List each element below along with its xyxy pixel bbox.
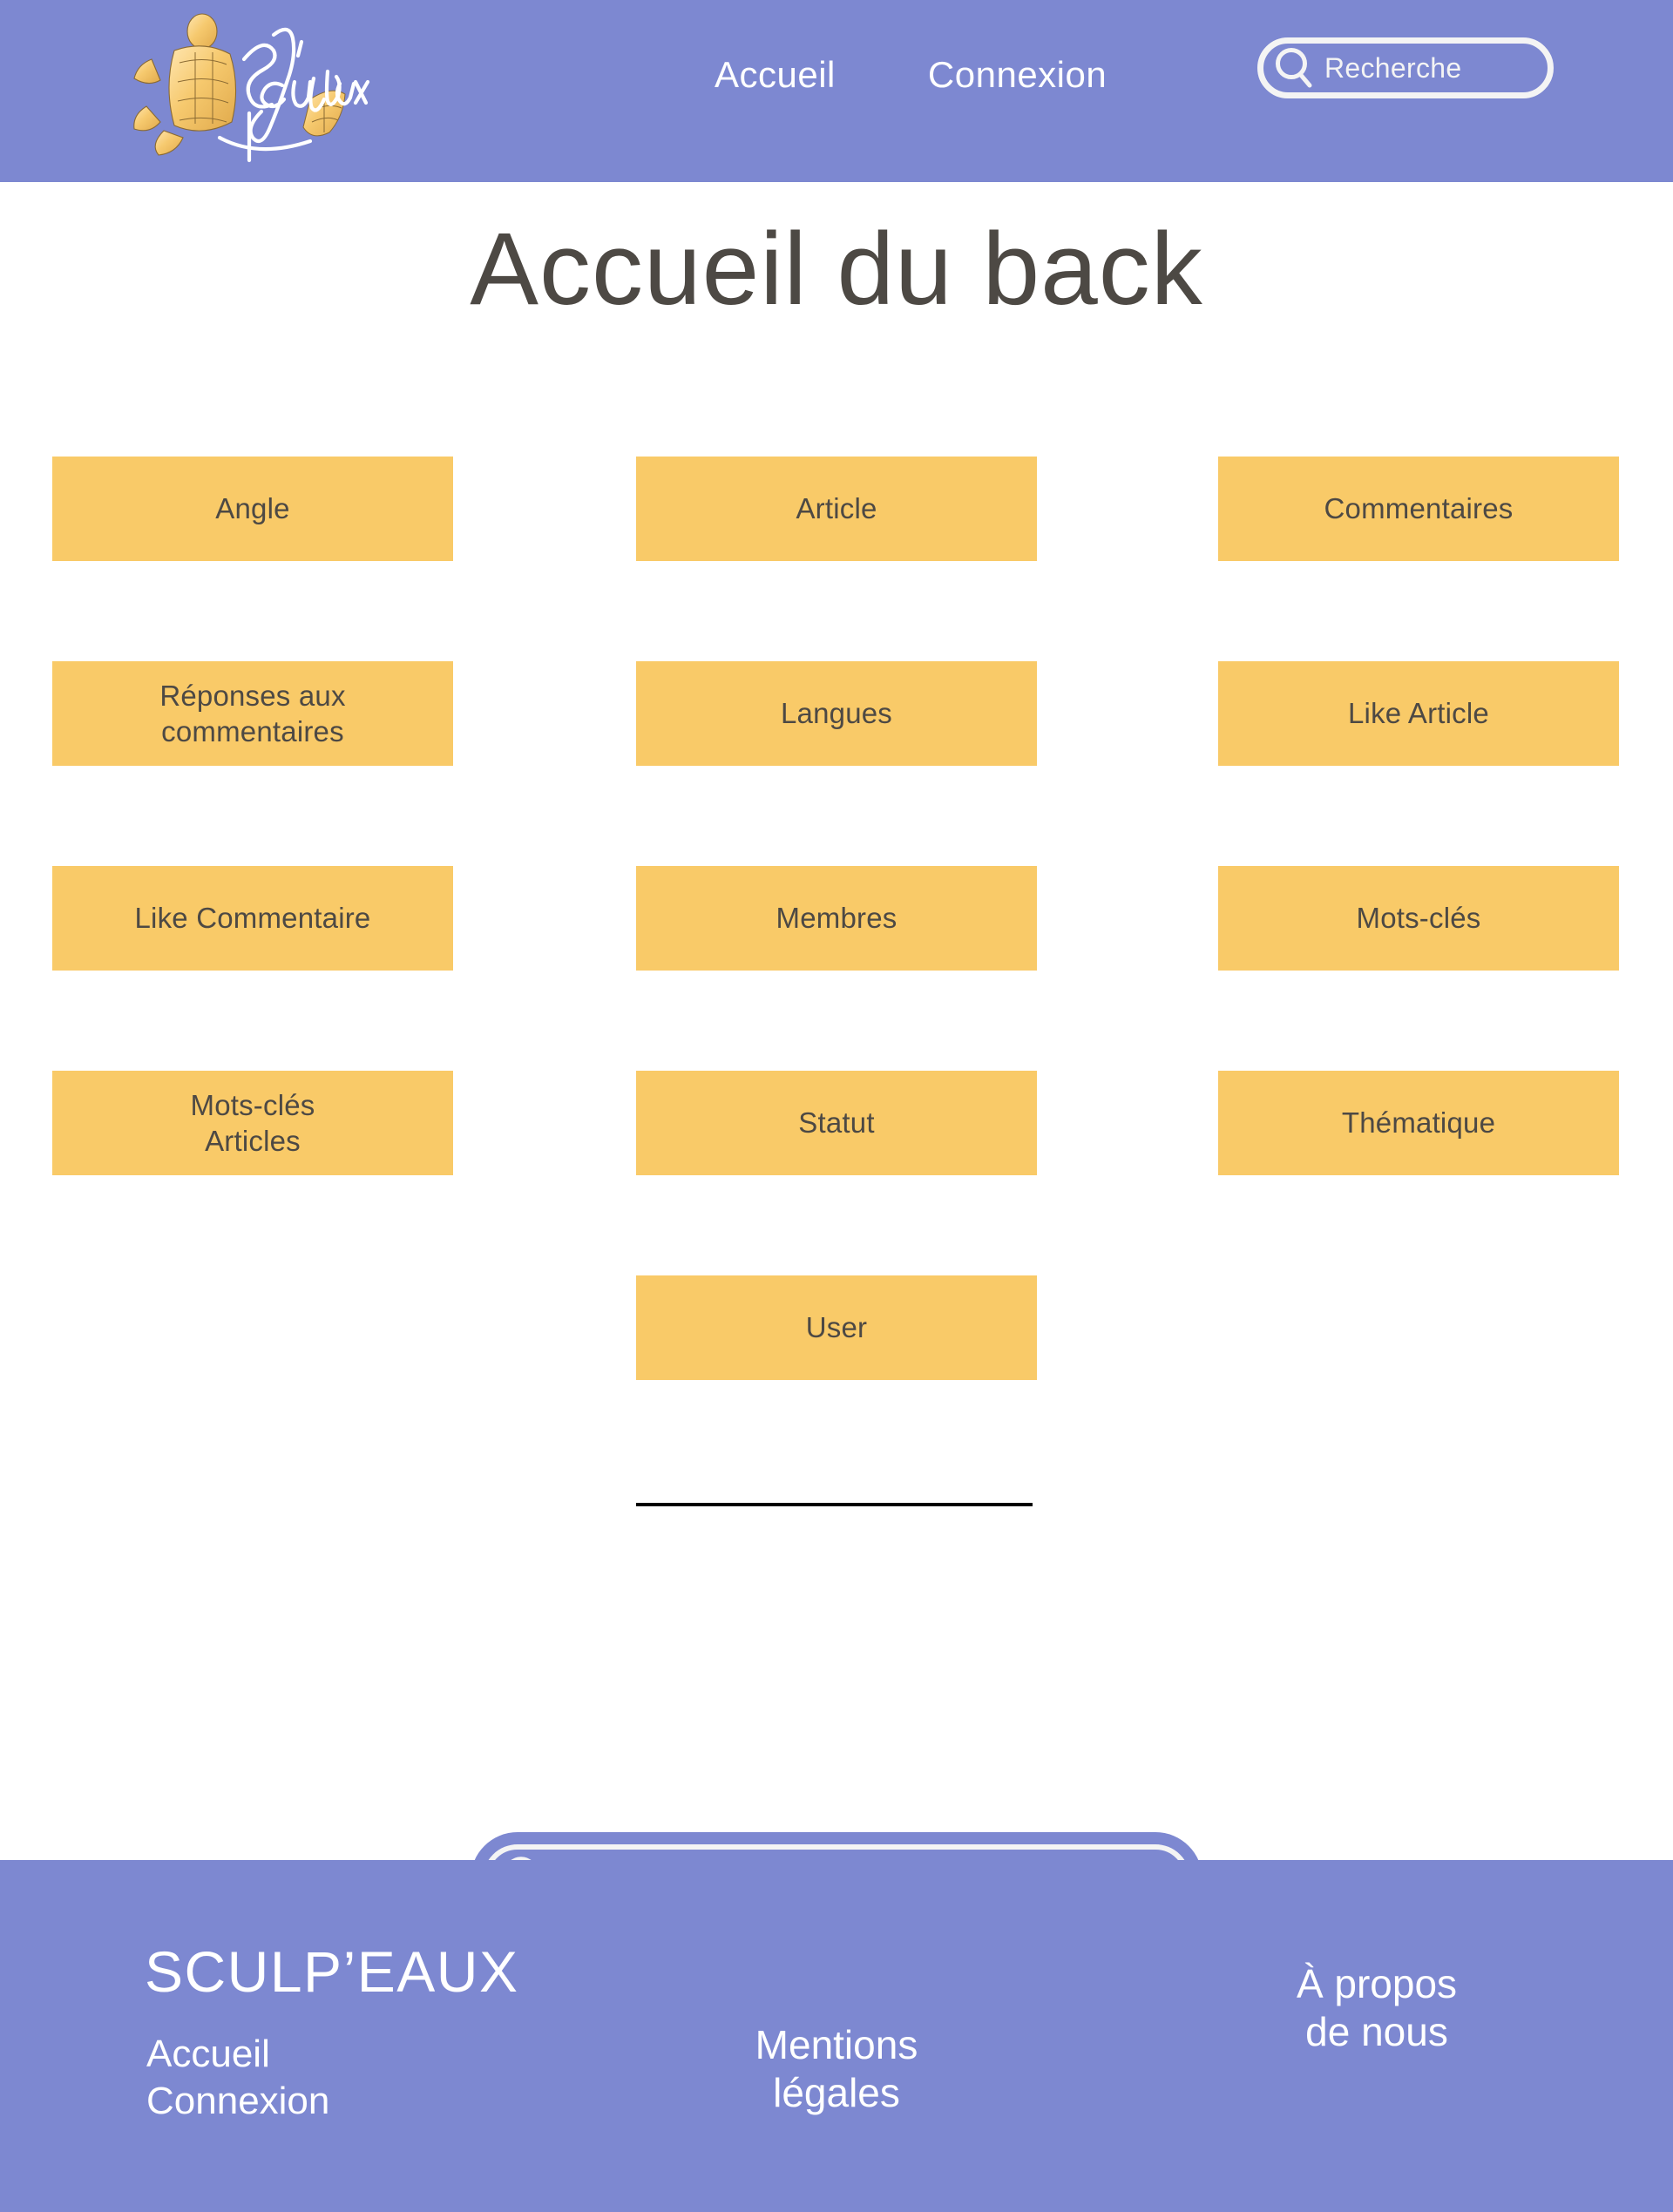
admin-button-reponses-commentaires[interactable]: Réponses aux commentaires	[52, 661, 453, 766]
admin-button-article[interactable]: Article	[636, 457, 1037, 561]
header-search-placeholder: Recherche	[1324, 51, 1462, 84]
admin-button-grid: Angle Article Commentaires Réponses aux c…	[0, 457, 1673, 1480]
admin-button-membres[interactable]: Membres	[636, 866, 1037, 971]
footer-link-connexion[interactable]: Connexion	[146, 2078, 329, 2125]
main-content: Accueil du back Angle Article Commentair…	[0, 182, 1673, 1926]
button-row-1: Angle Article Commentaires	[0, 457, 1673, 583]
admin-button-like-article[interactable]: Like Article	[1218, 661, 1619, 766]
button-row-4: Mots-clés Articles Statut Thématique	[0, 1071, 1673, 1197]
footer-link-mentions-legales[interactable]: Mentions légales	[662, 2021, 1011, 2117]
button-row-3: Like Commentaire Membres Mots-clés	[0, 866, 1673, 992]
footer-links: Accueil Connexion	[146, 2031, 329, 2124]
site-logo[interactable]	[112, 9, 399, 166]
section-divider	[636, 1503, 1033, 1506]
footer-link-a-propos[interactable]: À propos de nous	[1202, 1960, 1551, 2056]
button-row-2: Réponses aux commentaires Langues Like Ar…	[0, 661, 1673, 788]
button-row-5: User	[0, 1275, 1673, 1402]
footer-link-accueil[interactable]: Accueil	[146, 2031, 329, 2078]
admin-button-thematique[interactable]: Thématique	[1218, 1071, 1619, 1175]
site-header: Accueil Connexion Recherche	[0, 0, 1673, 182]
admin-button-langues[interactable]: Langues	[636, 661, 1037, 766]
admin-button-user[interactable]: User	[636, 1275, 1037, 1380]
admin-button-mots-cles-articles[interactable]: Mots-clés Articles	[52, 1071, 453, 1175]
header-search-box[interactable]: Recherche	[1257, 37, 1554, 98]
admin-button-mots-cles[interactable]: Mots-clés	[1218, 866, 1619, 971]
admin-button-angle[interactable]: Angle	[52, 457, 453, 561]
header-nav: Accueil Connexion	[715, 54, 1107, 96]
admin-button-statut[interactable]: Statut	[636, 1071, 1037, 1175]
nav-link-accueil[interactable]: Accueil	[715, 54, 836, 96]
admin-button-commentaires[interactable]: Commentaires	[1218, 457, 1619, 561]
page-title: Accueil du back	[470, 212, 1203, 327]
search-icon	[1276, 48, 1312, 88]
footer-brand: SCULP’EAUX	[145, 1939, 519, 2004]
admin-button-like-commentaire[interactable]: Like Commentaire	[52, 866, 453, 971]
nav-link-connexion[interactable]: Connexion	[928, 54, 1107, 96]
